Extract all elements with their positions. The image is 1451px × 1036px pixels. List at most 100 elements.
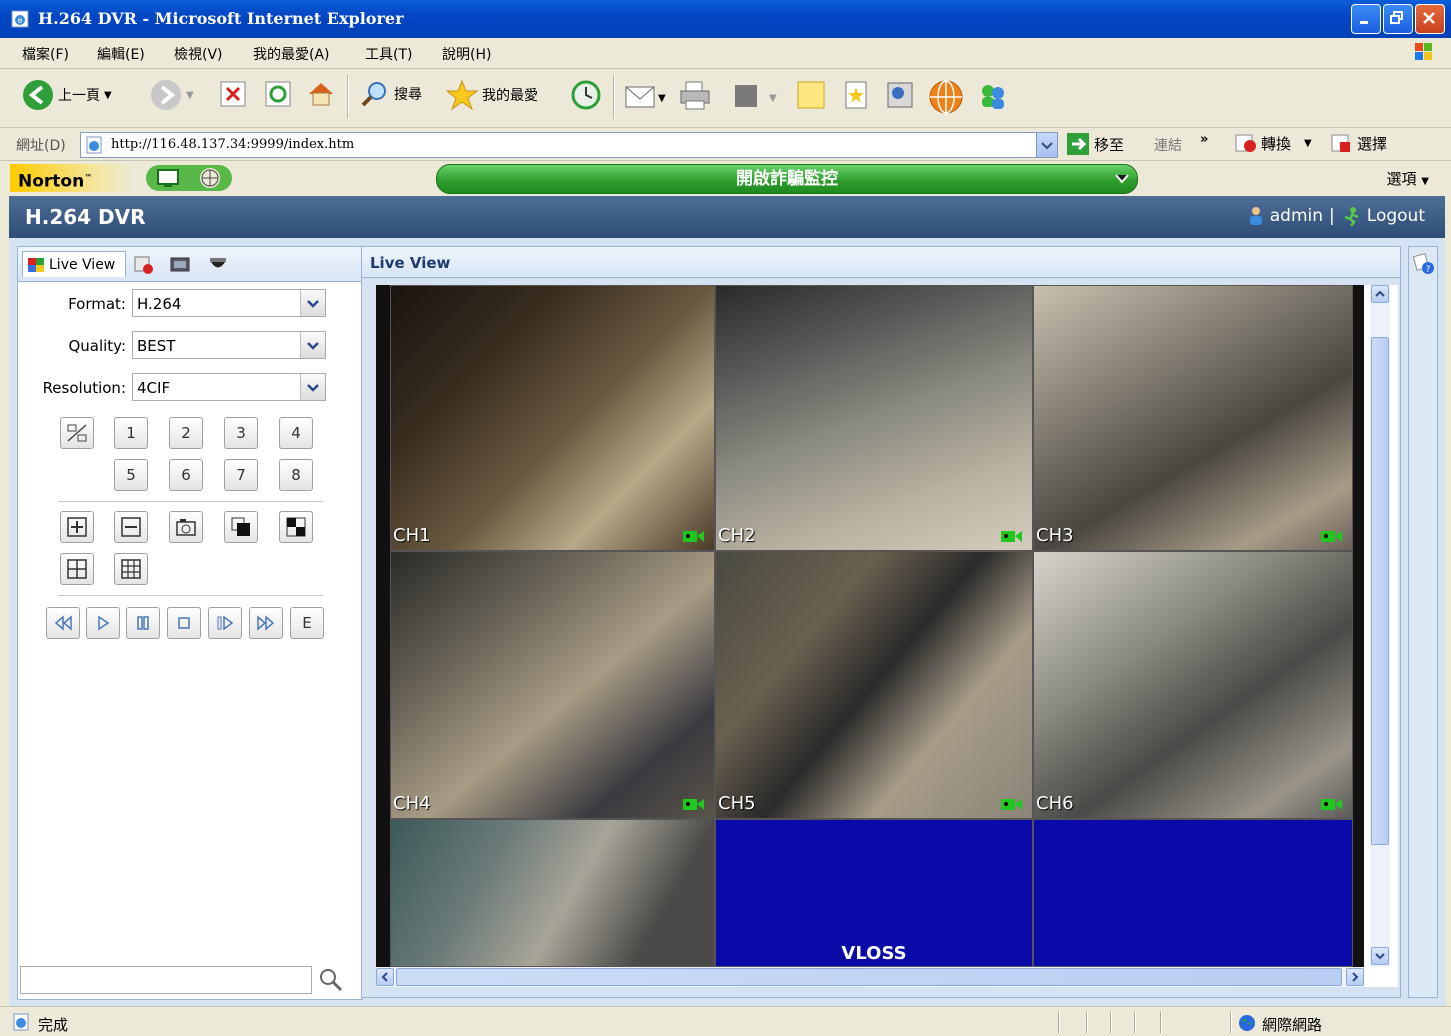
tab-live-view[interactable]: Live View [22, 251, 126, 277]
rewind-button[interactable] [46, 607, 80, 639]
menu-bar: 檔案(F) 編輯(E) 檢視(V) 我的最愛(A) 工具(T) 說明(H) [0, 38, 1451, 69]
svg-text:▼: ▼ [658, 93, 666, 104]
camera-tile-ch1[interactable]: CH1 [390, 285, 715, 551]
search-button[interactable]: 搜尋 [360, 79, 422, 109]
step-forward-button[interactable] [208, 607, 242, 639]
menu-favorites[interactable]: 我的最愛(A) [253, 44, 330, 64]
search-input[interactable] [20, 966, 312, 994]
scroll-up-icon[interactable] [1371, 285, 1389, 303]
close-window-button[interactable] [1415, 4, 1445, 34]
vertical-scroll-thumb[interactable] [1371, 337, 1389, 845]
menu-edit[interactable]: 編輯(E) [97, 44, 145, 64]
refresh-icon[interactable] [264, 79, 292, 109]
channel-2-button[interactable]: 2 [169, 417, 203, 449]
menu-view[interactable]: 檢視(V) [174, 44, 223, 64]
fast-forward-icon [257, 615, 275, 631]
camera-tile-ch9[interactable] [1033, 819, 1353, 967]
horizontal-scrollbar[interactable] [376, 967, 1364, 987]
channel-5-button[interactable]: 5 [114, 459, 148, 491]
play-button[interactable] [86, 607, 120, 639]
links-label[interactable]: 連結 [1154, 135, 1182, 155]
restore-button[interactable] [1383, 4, 1413, 34]
zoom-in-button[interactable] [60, 511, 94, 543]
event-button[interactable]: E [290, 607, 324, 639]
audio-mute-icon [67, 424, 87, 442]
channel-8-button[interactable]: 8 [279, 459, 313, 491]
logout-link[interactable]: Logout [1367, 206, 1425, 226]
camera-tile-ch8[interactable]: VLOSS [715, 819, 1033, 967]
address-dropdown-button[interactable] [1036, 133, 1057, 157]
quality-value: BEST [137, 337, 176, 355]
camera-tile-ch3[interactable]: CH3 [1033, 285, 1353, 551]
resolution-dropdown-icon [300, 374, 325, 400]
channel-4-button[interactable]: 4 [279, 417, 313, 449]
snapshot-button[interactable] [169, 511, 203, 543]
minimize-button[interactable] [1351, 4, 1381, 34]
convert-button[interactable]: 轉換 ▼ [1234, 132, 1312, 154]
channel-1-button[interactable]: 1 [114, 417, 148, 449]
print-icon[interactable] [678, 79, 712, 111]
audio-toggle-button[interactable] [60, 417, 94, 449]
channel-label: CH5 [718, 793, 756, 814]
help-icon[interactable]: ? [1413, 253, 1435, 275]
globe-orange-icon[interactable] [928, 79, 964, 115]
go-button[interactable]: 移至 [1066, 132, 1124, 156]
stop-icon[interactable] [219, 79, 247, 109]
scroll-right-icon[interactable] [1346, 968, 1364, 986]
chevron-more-icon[interactable]: » [1200, 132, 1208, 147]
stop-button[interactable] [167, 607, 201, 639]
menu-tools[interactable]: 工具(T) [365, 44, 412, 64]
channel-7-button[interactable]: 7 [224, 459, 258, 491]
scroll-down-icon[interactable] [1371, 947, 1389, 965]
research-icon[interactable] [884, 79, 916, 111]
status-divider [1058, 1011, 1060, 1033]
home-icon[interactable] [305, 79, 337, 109]
status-divider [1086, 1011, 1088, 1033]
pause-button[interactable] [126, 607, 160, 639]
menu-file[interactable]: 檔案(F) [22, 44, 69, 64]
mail-icon[interactable]: ▼ [624, 79, 668, 111]
channel-6-button[interactable]: 6 [169, 459, 203, 491]
vertical-scrollbar[interactable] [1370, 285, 1390, 967]
camera-tile-ch6[interactable]: CH6 [1033, 551, 1353, 819]
norton-fraud-monitor-bar[interactable]: 開啟詐騙監控 [436, 164, 1138, 194]
menu-help[interactable]: 說明(H) [442, 44, 491, 64]
history-icon[interactable] [569, 79, 603, 111]
norton-options-button[interactable]: 選項 ▼ [1387, 168, 1430, 189]
camera-tile-ch5[interactable]: CH5 [715, 551, 1033, 819]
format-row: Format: H.264 [18, 289, 362, 319]
resolution-select[interactable]: 4CIF [132, 373, 326, 401]
single-view-button[interactable] [279, 511, 313, 543]
camera-tile-ch7[interactable] [390, 819, 715, 967]
full-screen-button[interactable] [224, 511, 258, 543]
format-select[interactable]: H.264 [132, 289, 326, 317]
nine-view-button[interactable] [114, 553, 148, 585]
network-setup-icon[interactable] [170, 255, 190, 275]
fast-forward-button[interactable] [249, 607, 283, 639]
scroll-left-icon[interactable] [376, 968, 394, 986]
select-button[interactable]: 選擇 [1330, 132, 1387, 154]
forward-button[interactable]: ▼ [150, 79, 194, 111]
address-input[interactable]: http://116.48.137.34:9999/index.htm [80, 132, 1058, 158]
messenger-icon[interactable] [976, 79, 1010, 111]
record-search-icon[interactable] [134, 255, 154, 275]
back-button[interactable]: 上一頁 ▼ [22, 79, 112, 111]
back-label: 上一頁 [58, 88, 100, 104]
quad-view-button[interactable] [60, 553, 94, 585]
note-icon[interactable] [795, 79, 827, 111]
camera-tile-ch4[interactable]: CH4 [390, 551, 715, 819]
favorites-button[interactable]: 我的最愛 [446, 79, 538, 111]
quality-select[interactable]: BEST [132, 331, 326, 359]
edit-icon[interactable]: ▼ [733, 79, 783, 111]
zoom-out-button[interactable] [114, 511, 148, 543]
search-icon[interactable] [316, 966, 346, 994]
channel-3-button[interactable]: 3 [224, 417, 258, 449]
title-bar: e H.264 DVR - Microsoft Internet Explore… [0, 0, 1451, 38]
horizontal-scroll-thumb[interactable] [396, 968, 1342, 986]
resolution-row: Resolution: 4CIF [18, 373, 362, 403]
norton-monitor-toggle[interactable] [146, 165, 232, 191]
ptz-camera-icon[interactable] [208, 255, 228, 275]
favorites-add-icon[interactable] [840, 79, 872, 111]
norton-bar-text: 開啟詐騙監控 [736, 169, 838, 189]
camera-tile-ch2[interactable]: CH2 [715, 285, 1033, 551]
